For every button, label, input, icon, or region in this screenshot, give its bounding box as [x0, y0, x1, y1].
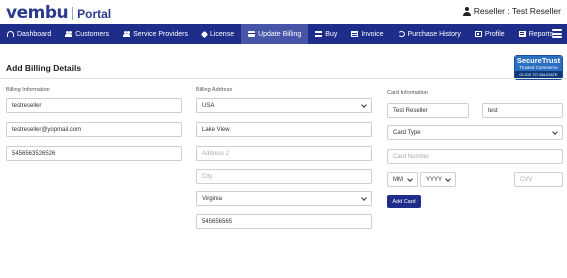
- securetrust-badge[interactable]: SecureTrust Trusted Commerce CLICK TO VA…: [514, 55, 563, 80]
- chevron-down-icon: [407, 176, 413, 182]
- card-number-field[interactable]: Card Number: [387, 149, 563, 164]
- nav-profile[interactable]: Profile: [468, 24, 512, 44]
- users-icon: [123, 31, 131, 37]
- nav-label: License: [209, 30, 235, 38]
- title-divider: [0, 78, 567, 79]
- chevron-down-icon: [361, 102, 367, 108]
- badge-title: SecureTrust: [515, 56, 562, 65]
- card-first-name-field[interactable]: Test Reseller: [387, 103, 469, 118]
- phone-field[interactable]: 5456563526526: [6, 146, 182, 161]
- invoice-icon: [351, 31, 359, 37]
- nav-label: Service Providers: [133, 30, 188, 38]
- credit-card-icon: [248, 31, 256, 37]
- card-type-select[interactable]: Card Type: [387, 125, 563, 140]
- address1-field[interactable]: Lake View: [196, 122, 372, 137]
- card-info-label: Card Information: [387, 90, 428, 96]
- state-value: Virginia: [202, 195, 222, 202]
- cvv-field[interactable]: CVV: [514, 172, 563, 187]
- city-field[interactable]: City: [196, 169, 372, 184]
- top-header: vembu Portal Reseller : Test Reseller: [0, 0, 567, 24]
- nav-license[interactable]: License: [195, 24, 241, 44]
- nav-label: Customers: [75, 30, 110, 38]
- address2-field[interactable]: Address 2: [196, 146, 372, 161]
- country-value: USA: [202, 102, 215, 109]
- nav-update-billing[interactable]: Update Billing: [241, 24, 309, 44]
- logo-divider: [72, 6, 74, 20]
- nav-label: Dashboard: [17, 30, 52, 38]
- nav-label: Profile: [484, 30, 505, 38]
- chevron-down-icon: [552, 129, 558, 135]
- zip-field[interactable]: 545656565: [196, 214, 372, 229]
- nav-customers[interactable]: Customers: [58, 24, 116, 44]
- month-select[interactable]: MM: [387, 172, 418, 187]
- hamburger-menu-icon[interactable]: [552, 29, 562, 38]
- card-last-name-field[interactable]: test: [482, 103, 563, 118]
- brand-logo[interactable]: vembu Portal: [6, 3, 111, 23]
- nav-service-providers[interactable]: Service Providers: [116, 24, 195, 44]
- billing-address-label: Billing Address: [196, 87, 233, 93]
- reports-icon: [518, 31, 526, 37]
- nav-label: Invoice: [361, 30, 384, 38]
- nav-invoice[interactable]: Invoice: [344, 24, 390, 44]
- nav-label: Purchase History: [407, 30, 461, 38]
- badge-validate: CLICK TO VALIDATE: [515, 71, 562, 78]
- email-field[interactable]: testreseller@yopmail.com: [6, 122, 182, 137]
- state-select[interactable]: Virginia: [196, 191, 372, 206]
- nav-label: Reports: [528, 30, 554, 38]
- name-field[interactable]: testreseller: [6, 98, 182, 113]
- country-select[interactable]: USA: [196, 98, 372, 113]
- history-icon: [397, 31, 405, 37]
- card-type-value: Card Type: [393, 129, 421, 136]
- tag-icon: [200, 30, 208, 38]
- page-title: Add Billing Details: [6, 63, 82, 73]
- dashboard-icon: [7, 31, 14, 37]
- chevron-down-icon: [445, 176, 451, 182]
- nav-dashboard[interactable]: Dashboard: [0, 24, 58, 44]
- cart-icon: [315, 31, 323, 37]
- billing-info-label: Billing Information: [6, 87, 50, 93]
- users-icon: [65, 31, 73, 37]
- add-card-button[interactable]: Add Card: [387, 195, 421, 208]
- user-label: Reseller : Test Reseller: [473, 6, 561, 16]
- chevron-down-icon: [361, 195, 367, 201]
- user-icon: [462, 6, 471, 16]
- month-value: MM: [393, 176, 403, 183]
- nav-label: Update Billing: [258, 30, 302, 38]
- user-menu[interactable]: Reseller : Test Reseller: [462, 6, 561, 16]
- profile-icon: [474, 31, 482, 37]
- nav-buy[interactable]: Buy: [308, 24, 344, 44]
- year-select[interactable]: YYYY: [420, 172, 456, 187]
- vembu-logo: vembu: [6, 3, 69, 23]
- nav-purchase-history[interactable]: Purchase History: [391, 24, 468, 44]
- portal-label: Portal: [77, 7, 112, 21]
- year-value: YYYY: [426, 176, 443, 183]
- main-nav: Dashboard Customers Service Providers Li…: [0, 24, 567, 44]
- nav-label: Buy: [325, 30, 338, 38]
